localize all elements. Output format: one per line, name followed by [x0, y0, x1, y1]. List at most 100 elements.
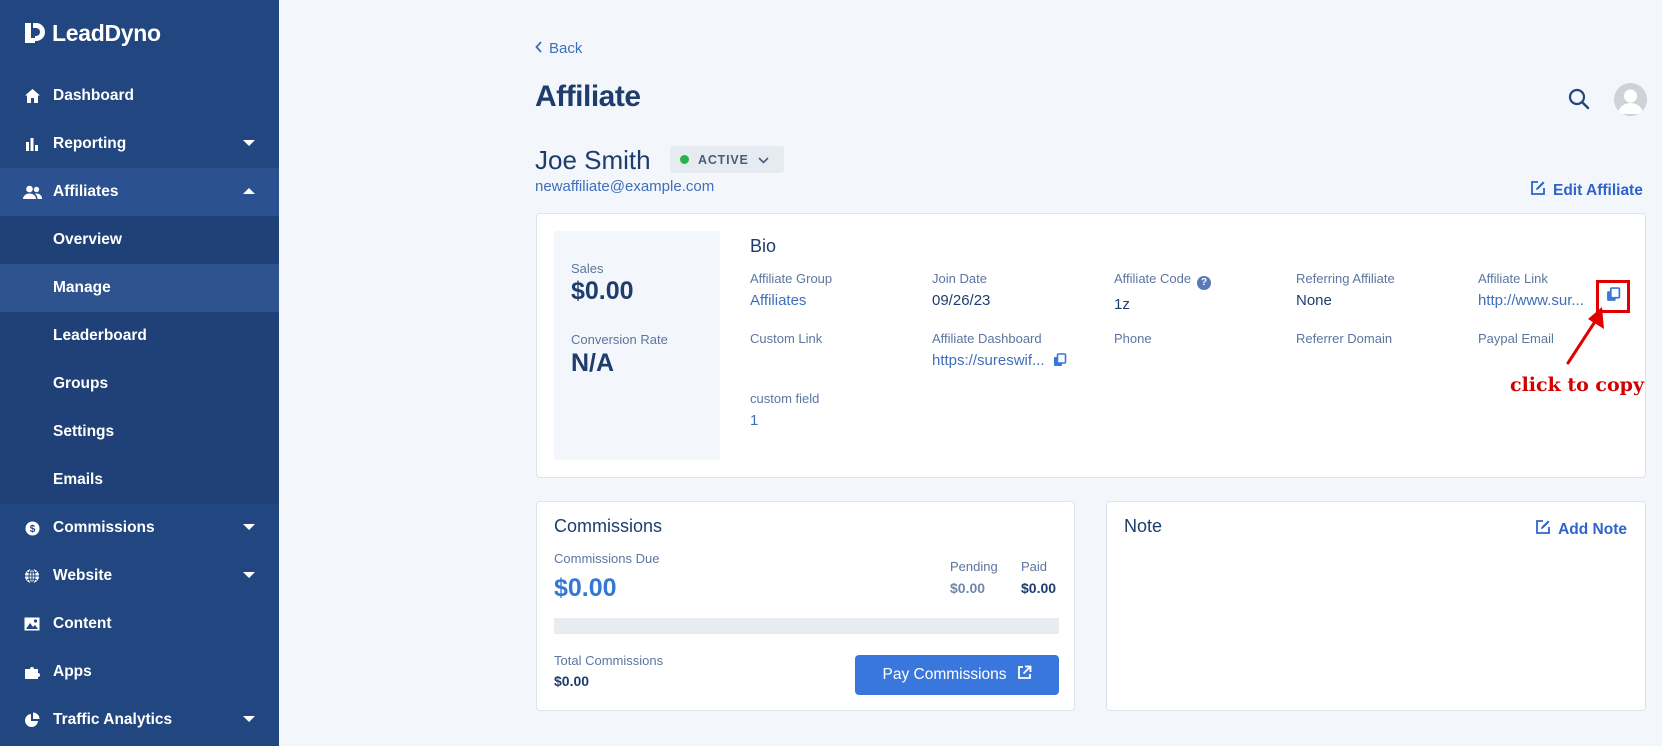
help-icon[interactable]: ? [1197, 276, 1212, 290]
subnav-item-settings[interactable]: Settings [0, 408, 279, 456]
subnav-item-overview[interactable]: Overview [0, 216, 279, 264]
chevron-down-icon[interactable] [243, 716, 255, 722]
sidebar-item-label: Reporting [53, 135, 127, 152]
field-label: Referring Affiliate [1296, 271, 1395, 286]
user-avatar[interactable] [1614, 83, 1647, 116]
sidebar-item-label: Affiliates [53, 183, 119, 200]
commissions-progress-bar [554, 618, 1059, 634]
svg-text:$: $ [29, 524, 35, 535]
sidebar-item-apps[interactable]: Apps [0, 648, 279, 696]
affiliates-submenu: Overview Manage Leaderboard Groups Setti… [0, 216, 279, 504]
annotation-arrow-icon [1560, 305, 1610, 372]
sales-value: $0.00 [571, 277, 634, 305]
sidebar-item-label: Apps [53, 663, 92, 680]
external-link-icon [1017, 665, 1032, 685]
field-label: Custom Link [750, 331, 823, 346]
commissions-card: Commissions Commissions Due $0.00 Pendin… [536, 501, 1075, 711]
field-label: Affiliate Code? [1114, 271, 1289, 290]
field-referring-affiliate: Referring Affiliate None [1296, 271, 1471, 309]
sidebar-item-label: Dashboard [53, 87, 134, 104]
chevron-up-icon[interactable] [243, 188, 255, 194]
page-title: Affiliate [535, 80, 641, 113]
bio-card: Sales $0.00 Conversion Rate N/A Bio Affi… [536, 213, 1646, 478]
field-label: Affiliate Group [750, 271, 833, 286]
total-commissions-label: Total Commissions [554, 653, 664, 668]
sidebar-item-content[interactable]: Content [0, 600, 279, 648]
pending-value: $0.00 [950, 580, 986, 596]
edit-icon [1535, 519, 1551, 540]
sidebar-item-traffic-analytics[interactable]: Traffic Analytics [0, 696, 279, 744]
paid-value: $0.00 [1021, 580, 1057, 596]
bar-chart-icon [22, 134, 42, 154]
note-title: Note [1124, 516, 1163, 536]
field-affiliate-dashboard: Affiliate Dashboard https://sureswif... [932, 331, 1112, 371]
sidebar-item-label: Traffic Analytics [53, 711, 173, 728]
search-icon[interactable] [1568, 88, 1590, 115]
pay-commissions-button[interactable]: Pay Commissions [855, 655, 1059, 695]
status-label: ACTIVE [698, 152, 749, 167]
commissions-title: Commissions [554, 516, 663, 536]
brand-name: LeadDyno [52, 20, 161, 46]
chevron-down-icon [758, 153, 769, 167]
status-dropdown[interactable]: ACTIVE [670, 146, 784, 173]
affiliate-code-value: 1z [1114, 296, 1130, 313]
field-phone: Phone [1114, 331, 1289, 346]
dollar-circle-icon: $ [22, 518, 42, 538]
pie-chart-icon [22, 710, 42, 730]
sidebar-item-dashboard[interactable]: Dashboard [0, 72, 279, 120]
globe-icon [22, 566, 42, 586]
stats-panel: Sales $0.00 Conversion Rate N/A [554, 231, 720, 460]
affiliate-dashboard-link[interactable]: https://sureswif... [932, 352, 1045, 369]
status-dot-icon [680, 155, 689, 164]
commissions-due-label: Commissions Due [554, 551, 660, 566]
affiliate-name: Joe Smith [535, 145, 651, 175]
pay-commissions-label: Pay Commissions [882, 666, 1007, 683]
chevron-down-icon[interactable] [243, 140, 255, 146]
add-note-button[interactable]: Add Note [1535, 519, 1627, 540]
chevron-down-icon[interactable] [243, 572, 255, 578]
annotation-text: click to copy [1510, 374, 1644, 396]
add-note-label: Add Note [1558, 520, 1627, 538]
back-label: Back [549, 40, 583, 57]
join-date-value: 09/26/23 [932, 292, 991, 309]
field-custom-field: custom field 1 [750, 391, 925, 429]
note-card: Note Add Note [1106, 501, 1646, 711]
copy-icon[interactable] [1053, 353, 1067, 371]
users-icon [22, 182, 42, 202]
subnav-item-leaderboard[interactable]: Leaderboard [0, 312, 279, 360]
sidebar-item-website[interactable]: Website [0, 552, 279, 600]
field-affiliate-code: Affiliate Code? 1z [1114, 271, 1289, 313]
main-nav: Dashboard Reporting Affiliates Overview … [0, 72, 279, 744]
sidebar-item-label: Content [53, 615, 112, 632]
field-affiliate-group: Affiliate Group Affiliates [750, 271, 925, 309]
chevron-left-icon [535, 40, 543, 57]
field-label: Referrer Domain [1296, 331, 1393, 346]
chevron-down-icon[interactable] [243, 524, 255, 530]
image-icon [22, 614, 42, 634]
leaddyno-logo[interactable]: LeadDyno [23, 20, 161, 47]
sidebar-item-commissions[interactable]: $ Commissions [0, 504, 279, 552]
sidebar-item-label: Commissions [53, 519, 155, 536]
pending-label: Pending [950, 559, 998, 574]
affiliate-group-link[interactable]: Affiliates [750, 292, 925, 309]
edit-affiliate-label: Edit Affiliate [1553, 181, 1643, 199]
sidebar-item-label: Website [53, 567, 113, 584]
edit-icon [1530, 180, 1546, 201]
subnav-item-manage[interactable]: Manage [0, 264, 279, 312]
sidebar-item-affiliates[interactable]: Affiliates [0, 168, 279, 216]
field-referrer-domain: Referrer Domain [1296, 331, 1471, 346]
leaddyno-logo-icon [23, 22, 46, 45]
puzzle-icon [22, 662, 42, 682]
field-label: Affiliate Dashboard [932, 331, 1042, 346]
subnav-item-emails[interactable]: Emails [0, 456, 279, 504]
field-label: Phone [1114, 331, 1152, 346]
subnav-item-groups[interactable]: Groups [0, 360, 279, 408]
back-link[interactable]: Back [535, 40, 582, 57]
affiliate-email[interactable]: newaffiliate@example.com [535, 178, 714, 195]
sidebar-item-reporting[interactable]: Reporting [0, 120, 279, 168]
affiliate-dashboard-row: https://sureswif... [932, 352, 1112, 371]
field-custom-link: Custom Link [750, 331, 925, 346]
field-join-date: Join Date 09/26/23 [932, 271, 1107, 309]
paid-label: Paid [1021, 559, 1048, 574]
edit-affiliate-button[interactable]: Edit Affiliate [1530, 180, 1643, 201]
